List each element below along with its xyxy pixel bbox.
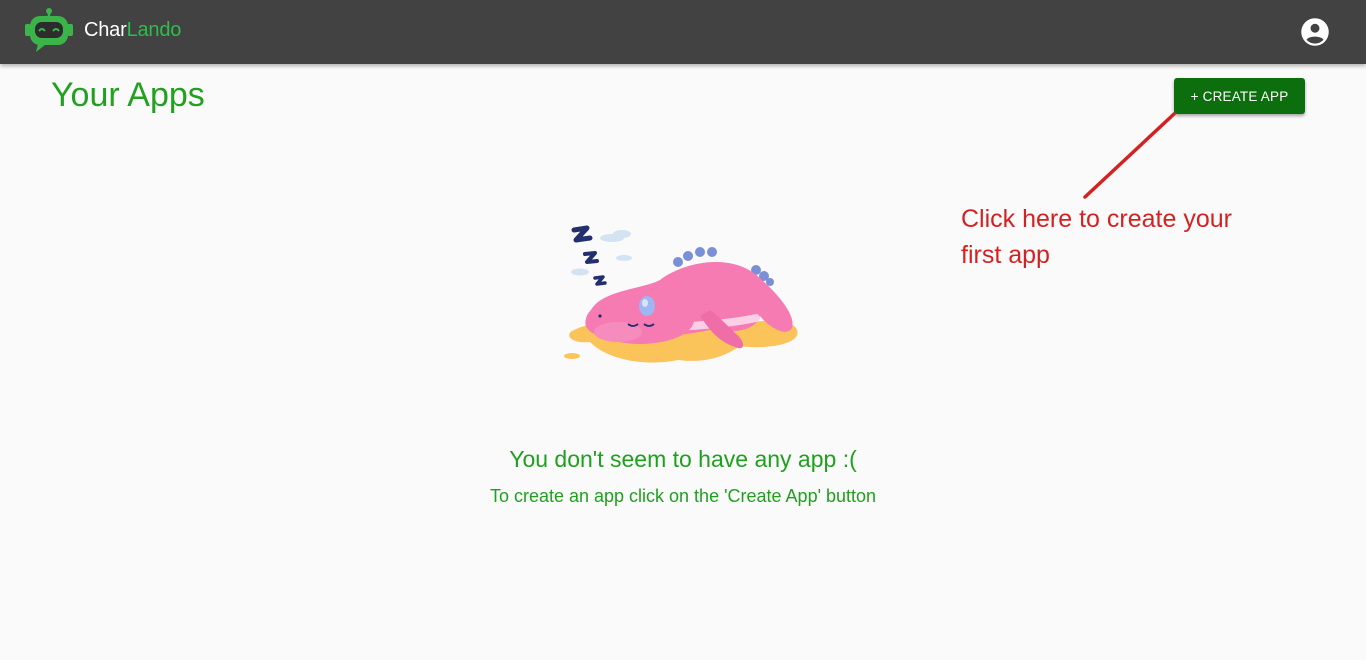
- app-bar: CharLando: [0, 0, 1366, 64]
- create-app-button[interactable]: + CREATE APP: [1174, 78, 1305, 114]
- empty-state-subtitle: To create an app click on the 'Create Ap…: [489, 486, 877, 506]
- brand-name: CharLando: [84, 19, 181, 42]
- annotation-text: Click here to create your first app: [961, 205, 1232, 269]
- brand-name-part1: Char: [84, 18, 127, 41]
- page-title: Your Apps: [51, 76, 205, 114]
- brand[interactable]: CharLando: [24, 7, 181, 53]
- account-circle-icon[interactable]: [1300, 17, 1330, 47]
- sleeping-dinosaur-illustration: [564, 225, 798, 363]
- robot-icon: [25, 8, 73, 52]
- empty-state-title: You don't seem to have any app :(: [509, 446, 857, 472]
- brand-name-part2: Lando: [126, 18, 182, 41]
